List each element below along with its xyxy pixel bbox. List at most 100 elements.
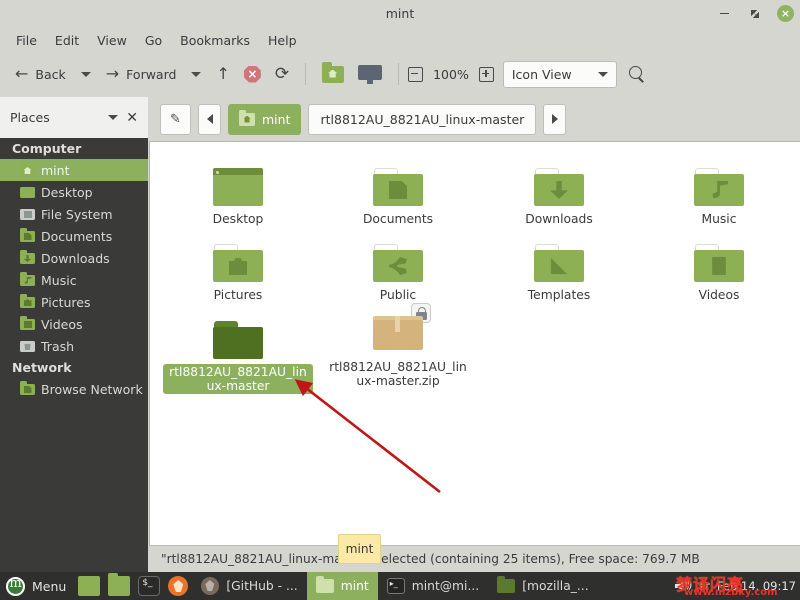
file-item-pictures[interactable]: Pictures <box>158 230 318 303</box>
folder-window-icon <box>497 576 516 593</box>
breadcrumb-scroll-left[interactable] <box>198 103 221 135</box>
terminal-launcher-icon[interactable] <box>138 576 161 596</box>
firefox-launcher-icon[interactable] <box>168 576 189 596</box>
file-item-rtl-folder[interactable]: rtl8812AU_8821AU_linux-master <box>158 307 318 394</box>
tooltip-text: mint <box>345 542 374 556</box>
close-button[interactable]: × <box>777 5 794 22</box>
breadcrumb-item-mint[interactable]: mint <box>228 103 302 135</box>
maximize-button[interactable] <box>746 5 764 23</box>
breadcrumb-item-current[interactable]: rtl8812AU_8821AU_linux-master <box>308 103 537 135</box>
sidebar-item-music[interactable]: Music <box>0 269 148 291</box>
speaker-icon[interactable] <box>674 577 694 595</box>
breadcrumb-scroll-right[interactable] <box>543 103 567 135</box>
icon-wrap <box>639 230 799 282</box>
file-item-rtl-zip[interactable]: rtl8812AU_8821AU_linux-master.zip <box>318 302 478 389</box>
close-icon[interactable]: ✕ <box>126 110 138 126</box>
home-folder-icon <box>322 61 345 83</box>
menu-button[interactable]: Menu <box>4 576 74 596</box>
breadcrumb-label: rtl8812AU_8821AU_linux-master <box>320 111 525 127</box>
sidebar-item-downloads[interactable]: Downloads <box>0 247 148 269</box>
toolbar-separator-2 <box>398 63 400 85</box>
sidebar-item-desktop[interactable]: Desktop <box>0 181 148 203</box>
right-arrow-icon: → <box>105 64 120 83</box>
view-mode-select[interactable]: Icon View <box>502 60 617 88</box>
pictures-folder-icon <box>213 244 263 282</box>
file-item-documents[interactable]: Documents <box>318 154 478 227</box>
up-button[interactable]: ↑ <box>209 59 236 89</box>
menu-bar: File Edit View Go Bookmarks Help <box>0 27 800 53</box>
file-list-view[interactable]: Desktop Documents Downloads Music Pictur… <box>149 141 800 545</box>
home-button[interactable] <box>315 59 351 89</box>
task-button-mint[interactable]: mint <box>306 572 378 600</box>
sidebar-item-browse-network[interactable]: Browse Network <box>0 378 148 400</box>
zoom-out-icon[interactable] <box>408 66 424 82</box>
back-button[interactable]: ← Back <box>8 59 73 89</box>
search-icon[interactable] <box>628 65 646 83</box>
sidebar-item-label: Browse Network <box>41 381 143 397</box>
window-controls: × <box>715 0 794 27</box>
firefox-window-icon <box>201 577 220 595</box>
downloads-folder-icon <box>534 168 584 206</box>
folder-launcher-icon[interactable] <box>108 573 131 596</box>
computer-button[interactable] <box>351 59 389 89</box>
terminal-window-icon <box>386 578 405 594</box>
file-label: rtl8812AU_8821AU_linux-master.zip <box>329 360 467 388</box>
menu-file[interactable]: File <box>8 30 45 51</box>
file-item-music[interactable]: Music <box>639 154 799 227</box>
task-button-mozilla[interactable]: [mozilla_... <box>488 572 597 600</box>
file-item-downloads[interactable]: Downloads <box>479 154 639 227</box>
forward-history-dropdown-icon[interactable] <box>191 71 202 77</box>
left-arrow-icon: ← <box>15 64 29 83</box>
icon-wrap <box>158 154 318 206</box>
chevron-down-icon[interactable] <box>108 115 119 120</box>
menu-help[interactable]: Help <box>260 30 305 51</box>
sidebar-group-computer: Computer <box>12 141 82 156</box>
sidebar-item-mint[interactable]: mint <box>0 159 148 181</box>
reload-button[interactable]: ⟳ <box>268 59 296 89</box>
task-label: [mozilla_... <box>522 579 589 593</box>
task-label: [GitHub - ... <box>226 579 298 593</box>
stop-button[interactable]: × <box>237 59 268 89</box>
forward-button[interactable]: → Forward <box>99 59 184 89</box>
music-folder-icon <box>20 272 35 287</box>
downloads-folder-icon <box>20 250 35 265</box>
task-button-terminal[interactable]: mint@mi... <box>378 572 488 600</box>
zoom-in-icon[interactable] <box>478 66 494 82</box>
files-launcher-icon[interactable] <box>78 576 101 596</box>
file-label: Documents <box>362 212 434 226</box>
task-button-github[interactable]: [GitHub - ... <box>192 572 306 600</box>
sidebar-item-label: mint <box>41 162 70 178</box>
file-label: Videos <box>698 288 740 302</box>
file-label: Desktop <box>212 212 264 226</box>
sidebar-item-trash[interactable]: Trash <box>0 335 148 357</box>
sidebar-item-pictures[interactable]: Pictures <box>0 291 148 313</box>
forward-label: Forward <box>126 66 177 82</box>
edit-location-button[interactable]: ✎ <box>160 103 191 135</box>
icon-wrap <box>639 154 799 206</box>
minimize-button[interactable] <box>715 5 733 23</box>
file-item-desktop[interactable]: Desktop <box>158 154 318 227</box>
desktop-folder-icon <box>20 186 35 199</box>
sidebar-item-documents[interactable]: Documents <box>0 225 148 247</box>
clock[interactable]: Fri Feb 14, 09:17 <box>700 579 796 593</box>
menu-edit[interactable]: Edit <box>47 30 87 51</box>
back-label: Back <box>35 66 66 82</box>
sidebar-item-label: Trash <box>41 338 75 354</box>
places-title: Places <box>10 110 50 125</box>
sidebar-item-videos[interactable]: Videos <box>0 313 148 335</box>
videos-folder-icon <box>20 316 35 331</box>
public-share-folder-icon <box>373 244 423 282</box>
menu-view[interactable]: View <box>89 30 135 51</box>
documents-folder-icon <box>373 168 423 206</box>
file-label: Templates <box>527 288 591 302</box>
file-item-public[interactable]: Public <box>318 230 478 303</box>
file-label: Public <box>379 288 417 302</box>
menu-bookmarks[interactable]: Bookmarks <box>172 30 258 51</box>
back-history-dropdown-icon[interactable] <box>80 71 91 77</box>
file-item-videos[interactable]: Videos <box>639 230 799 303</box>
icon-wrap <box>318 230 478 282</box>
file-item-templates[interactable]: Templates <box>479 230 639 303</box>
menu-go[interactable]: Go <box>137 30 170 51</box>
sidebar-item-file-system[interactable]: File System <box>0 203 148 225</box>
status-bar: "rtl8812AU_8821AU_linux-master" selected… <box>149 545 800 572</box>
